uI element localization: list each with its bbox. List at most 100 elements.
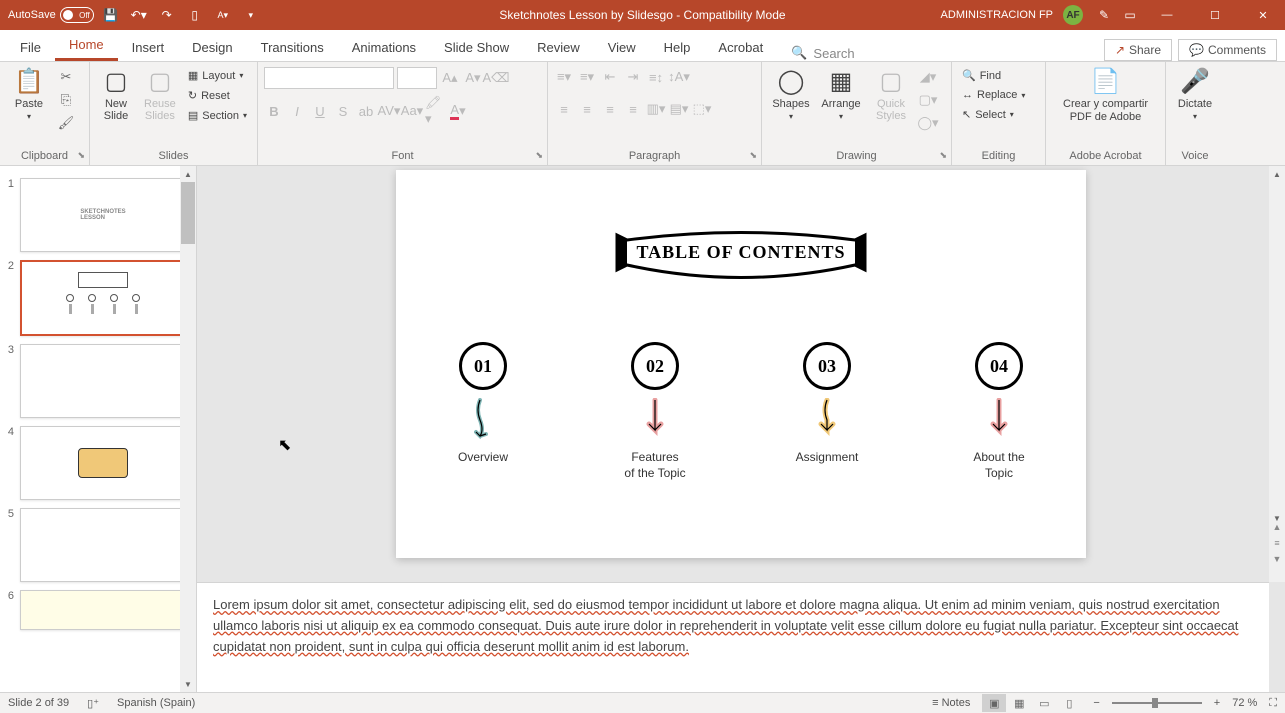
- slide-counter[interactable]: Slide 2 of 39: [8, 697, 69, 709]
- reading-view-icon[interactable]: ▭: [1032, 694, 1056, 712]
- tab-help[interactable]: Help: [650, 34, 705, 61]
- clipboard-launcher[interactable]: ⬊: [77, 150, 85, 161]
- quick-styles-button[interactable]: ▢Quick Styles: [868, 67, 914, 122]
- accessibility-icon[interactable]: ▯⁺: [87, 697, 99, 710]
- increase-font-icon[interactable]: A▴: [440, 68, 460, 88]
- thumbnail-scrollbar[interactable]: ▲ ▼: [180, 166, 196, 692]
- scroll-down-icon[interactable]: ▼: [180, 676, 196, 692]
- paragraph-launcher[interactable]: ⬊: [749, 150, 757, 161]
- zoom-out-icon[interactable]: −: [1093, 697, 1099, 709]
- shadow-icon[interactable]: ab: [356, 101, 376, 121]
- tab-acrobat[interactable]: Acrobat: [704, 34, 777, 61]
- close-button[interactable]: ✕: [1241, 0, 1285, 30]
- scroll-thumb[interactable]: [181, 182, 195, 244]
- thumbnail-6[interactable]: 6: [0, 586, 196, 634]
- shape-outline-icon[interactable]: ▢▾: [918, 90, 938, 110]
- columns-icon[interactable]: ▥▾: [646, 99, 666, 119]
- main-scrollbar[interactable]: ▲ ▼ ▲ ≡ ▼: [1269, 166, 1285, 582]
- reuse-slides-button[interactable]: ▢Reuse Slides: [140, 67, 180, 122]
- paste-button[interactable]: 📋Paste▾: [6, 67, 52, 121]
- align-left-icon[interactable]: ≡: [554, 99, 574, 119]
- tab-file[interactable]: File: [6, 34, 55, 61]
- thumbnail-1[interactable]: 1 SKETCHNOTESLESSON: [0, 174, 196, 256]
- undo-icon[interactable]: ↶▾: [128, 4, 150, 26]
- thumbnail-2[interactable]: 2: [0, 256, 196, 340]
- search-box[interactable]: 🔍 Search: [791, 45, 854, 61]
- coming-soon-icon[interactable]: ✎: [1093, 4, 1115, 26]
- comments-button[interactable]: 💬Comments: [1178, 39, 1277, 61]
- thumbnail-4[interactable]: 4: [0, 422, 196, 504]
- highlight-icon[interactable]: 🖍▾: [425, 101, 445, 121]
- notes-area[interactable]: Lorem ipsum dolor sit amet, consectetur …: [197, 582, 1269, 692]
- autosave-switch[interactable]: Off: [60, 7, 94, 23]
- case-icon[interactable]: Aa▾: [402, 101, 422, 121]
- shapes-button[interactable]: ◯Shapes▾: [768, 67, 814, 121]
- ribbon-display-icon[interactable]: ▭: [1119, 4, 1141, 26]
- tab-home[interactable]: Home: [55, 31, 118, 61]
- slide-canvas[interactable]: TABLE OF CONTENTS 01 Overview 02 Feature…: [396, 170, 1086, 558]
- shape-effects-icon[interactable]: ◯▾: [918, 113, 938, 133]
- share-button[interactable]: ↗Share: [1104, 39, 1172, 61]
- layout-button[interactable]: ▦Layout▾: [184, 67, 251, 84]
- thumbnail-5[interactable]: 5: [0, 504, 196, 586]
- nav-menu-icon[interactable]: ≡: [1270, 536, 1284, 550]
- align-right-icon[interactable]: ≡: [600, 99, 620, 119]
- thumbnail-3[interactable]: 3: [0, 340, 196, 422]
- tab-review[interactable]: Review: [523, 34, 594, 61]
- smartart-icon[interactable]: ⬚▾: [692, 99, 712, 119]
- redo-icon[interactable]: ↷: [156, 4, 178, 26]
- underline-icon[interactable]: U: [310, 101, 330, 121]
- notes-toggle[interactable]: ≡ Notes: [932, 697, 970, 709]
- shape-fill-icon[interactable]: ◢▾: [918, 67, 938, 87]
- tab-animations[interactable]: Animations: [338, 34, 430, 61]
- font-color-icon[interactable]: A▾: [448, 101, 468, 121]
- tab-view[interactable]: View: [594, 34, 650, 61]
- copy-icon[interactable]: ⎘: [56, 90, 76, 110]
- tab-design[interactable]: Design: [178, 34, 246, 61]
- italic-icon[interactable]: I: [287, 101, 307, 121]
- normal-view-icon[interactable]: ▣: [982, 694, 1006, 712]
- cut-icon[interactable]: ✂: [56, 67, 76, 87]
- zoom-slider[interactable]: [1112, 702, 1202, 704]
- find-button[interactable]: 🔍Find: [958, 67, 1029, 84]
- select-button[interactable]: ↖Select▾: [958, 106, 1029, 123]
- reset-button[interactable]: ↻Reset: [184, 87, 251, 104]
- main-scroll-up[interactable]: ▲: [1269, 166, 1285, 182]
- bold-icon[interactable]: B: [264, 101, 284, 121]
- slideshow-view-icon[interactable]: ▯: [1057, 694, 1081, 712]
- autosave-toggle[interactable]: AutoSave Off: [8, 7, 94, 23]
- line-spacing-icon[interactable]: ≡↕: [646, 67, 666, 87]
- dictate-button[interactable]: 🎤Dictate▾: [1172, 67, 1218, 121]
- tab-slideshow[interactable]: Slide Show: [430, 34, 523, 61]
- format-painter-icon[interactable]: 🖌: [56, 113, 76, 133]
- align-center-icon[interactable]: ≡: [577, 99, 597, 119]
- increase-indent-icon[interactable]: ⇥: [623, 67, 643, 87]
- qat-customize-icon[interactable]: ▾: [240, 4, 262, 26]
- decrease-indent-icon[interactable]: ⇤: [600, 67, 620, 87]
- numbering-icon[interactable]: ≡▾: [577, 67, 597, 87]
- justify-icon[interactable]: ≡: [623, 99, 643, 119]
- sorter-view-icon[interactable]: ▦: [1007, 694, 1031, 712]
- font-size-select[interactable]: [397, 67, 437, 89]
- decrease-font-icon[interactable]: A▾: [463, 68, 483, 88]
- drawing-launcher[interactable]: ⬊: [939, 150, 947, 161]
- replace-button[interactable]: ↔Replace▾: [958, 87, 1029, 103]
- minimize-button[interactable]: —: [1145, 0, 1189, 30]
- new-slide-button[interactable]: ▢New Slide: [96, 67, 136, 122]
- qat-dropdown-icon[interactable]: A▾: [212, 4, 234, 26]
- spacing-icon[interactable]: AV▾: [379, 101, 399, 121]
- next-slide-icon[interactable]: ▼: [1270, 552, 1284, 566]
- language-indicator[interactable]: Spanish (Spain): [117, 697, 195, 709]
- user-avatar[interactable]: AF: [1063, 5, 1083, 25]
- prev-slide-icon[interactable]: ▲: [1270, 520, 1284, 534]
- adobe-pdf-button[interactable]: 📄Crear y compartir PDF de Adobe: [1052, 67, 1159, 124]
- tab-transitions[interactable]: Transitions: [247, 34, 338, 61]
- strike-icon[interactable]: S: [333, 101, 353, 121]
- fit-to-window-icon[interactable]: ⛶: [1269, 697, 1277, 710]
- zoom-level[interactable]: 72 %: [1232, 697, 1257, 709]
- zoom-in-icon[interactable]: +: [1214, 697, 1220, 709]
- section-button[interactable]: ▤Section▾: [184, 107, 251, 124]
- arrange-button[interactable]: ▦Arrange▾: [818, 67, 864, 121]
- save-icon[interactable]: 💾: [100, 4, 122, 26]
- font-family-select[interactable]: [264, 67, 394, 89]
